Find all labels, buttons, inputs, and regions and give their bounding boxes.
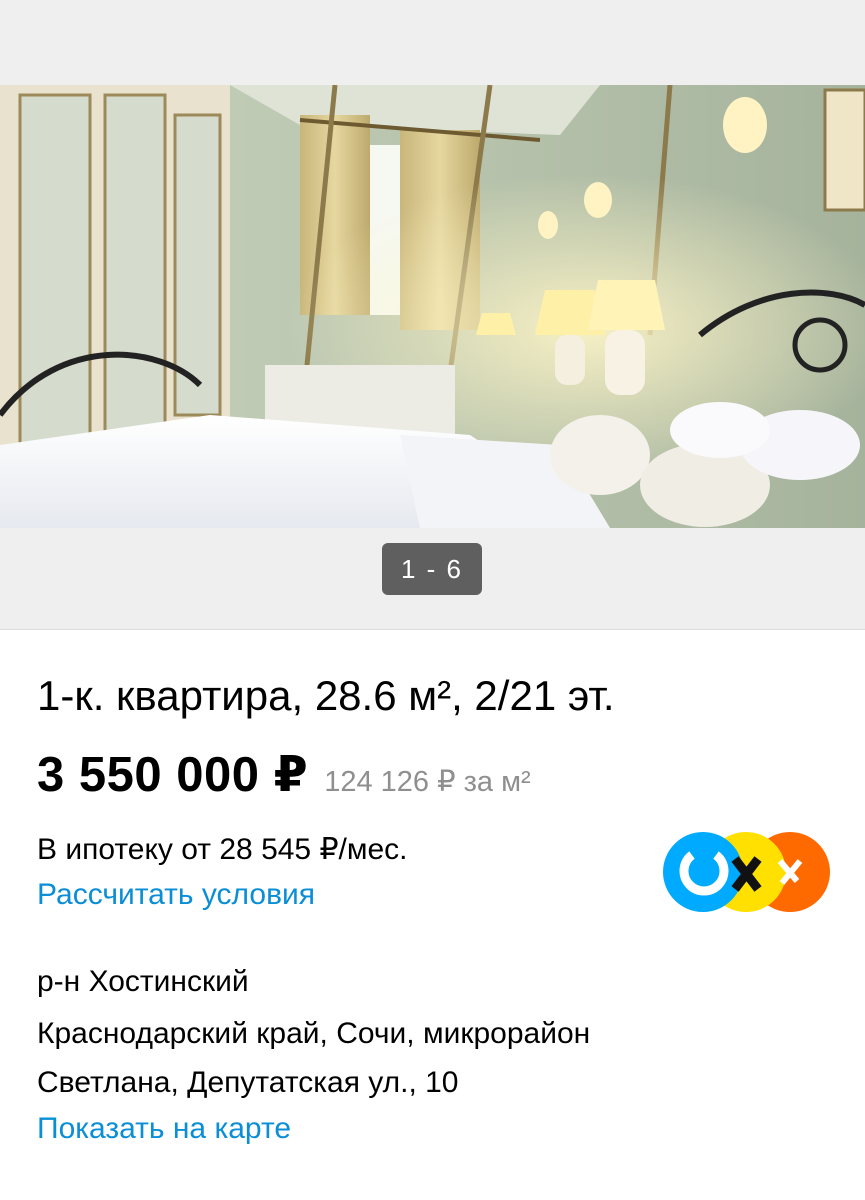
price-per-m2: 124 126 ₽ за м²: [324, 766, 531, 798]
address-line-2: Светлана, Депутатская ул., 10: [37, 1066, 459, 1099]
district: р-н Хостинский: [37, 965, 249, 998]
listing-title: 1-к. квартира, 28.6 м², 2/21 эт.: [37, 672, 615, 719]
address-line-1: Краснодарский край, Сочи, микрорайон: [37, 1017, 591, 1050]
listing-price: 3 550 000 ₽: [37, 748, 309, 802]
photo-gallery[interactable]: 1 - 6: [0, 0, 865, 630]
show-on-map-link[interactable]: Показать на карте: [37, 1112, 291, 1146]
logo-blue-circle: [663, 832, 743, 912]
mortgage-text: В ипотеку от 28 545 ₽/мес.: [37, 833, 408, 866]
listing-photo[interactable]: [0, 85, 865, 528]
photo-counter: 1 - 6: [382, 543, 482, 595]
calculate-conditions-link[interactable]: Рассчитать условия: [37, 878, 315, 912]
bank-logo[interactable]: [662, 831, 832, 913]
price-row: 3 550 000 ₽ 124 126 ₽ за м²: [37, 746, 531, 803]
